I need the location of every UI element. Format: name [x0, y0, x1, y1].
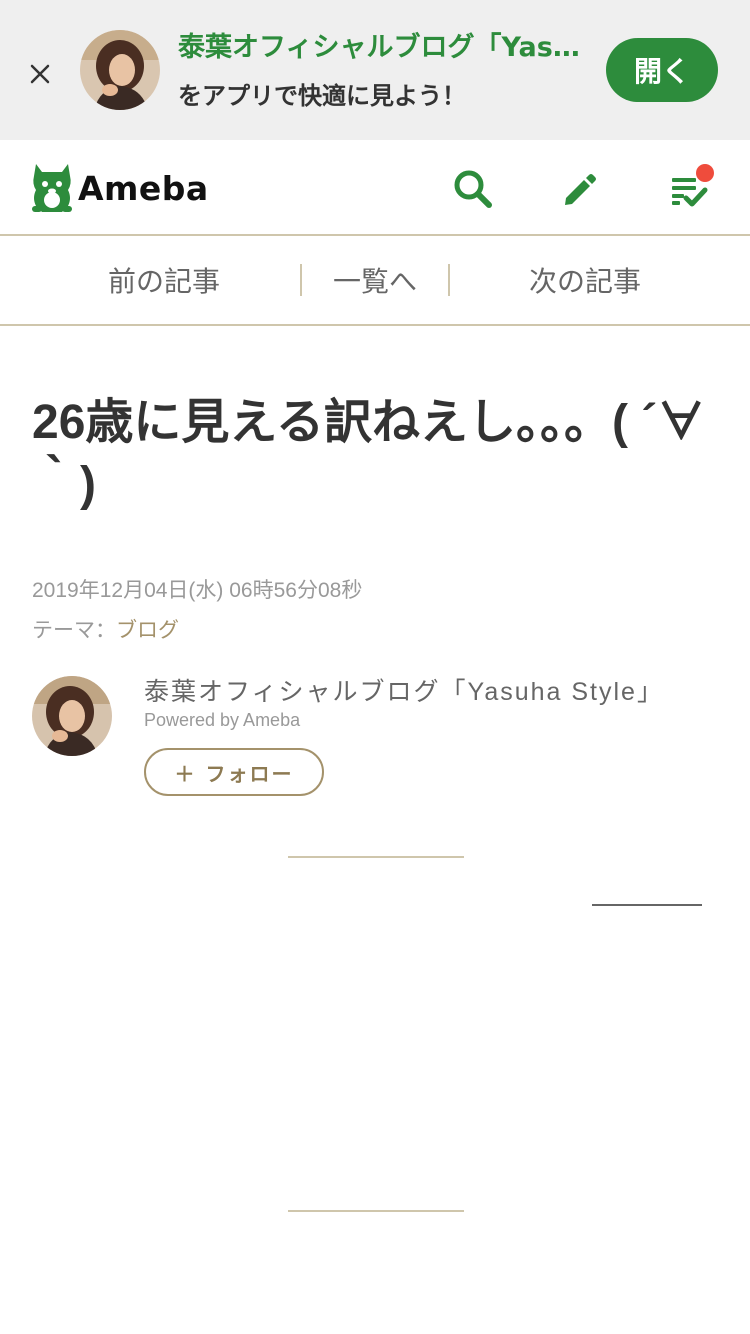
search-icon[interactable] [452, 168, 494, 210]
next-article-link[interactable]: 次の記事 [450, 236, 750, 324]
author-blog-name[interactable]: 泰葉オフィシャルブログ「Yasuha Style」 [144, 672, 664, 708]
banner-title: 泰葉オフィシャルブログ「Yasuha Style」 [178, 32, 593, 63]
edit-pencil-icon[interactable] [558, 168, 600, 210]
powered-by-text: Powered by Ameba [144, 710, 301, 730]
article-title: 26歳に見える訳ねえし。。。( ´∀｀) [32, 396, 706, 511]
banner-subtitle: をアプリで快適に見よう！ [178, 82, 466, 110]
article-navigation: 前の記事 一覧へ 次の記事 [0, 236, 750, 326]
notification-badge [696, 164, 714, 182]
theme-prefix: テーマ： [32, 619, 116, 642]
ameba-logo[interactable]: Ameba [30, 162, 209, 214]
close-icon[interactable] [24, 58, 56, 90]
content-divider-bottom [288, 1210, 464, 1212]
article-date: 2019年12月04日(水) 06時56分08秒 [32, 579, 363, 602]
content-divider-right [592, 904, 702, 906]
app-install-banner: 泰葉オフィシャルブログ「Yasuha Style」 をアプリで快適に見よう！ 開… [0, 0, 750, 140]
follow-button[interactable]: ＋ フォロー [144, 748, 324, 796]
reading-list-button[interactable] [668, 164, 714, 210]
author-avatar[interactable] [32, 676, 112, 756]
logo-text: Ameba [78, 168, 209, 208]
prev-article-link[interactable]: 前の記事 [0, 236, 300, 324]
site-header: Ameba [0, 140, 750, 236]
theme-link[interactable]: ブログ [116, 619, 179, 642]
banner-blog-avatar [80, 30, 160, 110]
ameba-mascot-icon [32, 164, 72, 212]
open-app-button[interactable]: 開く [606, 38, 718, 102]
article-theme: テーマ：ブログ [32, 614, 179, 644]
article-list-link[interactable]: 一覧へ [302, 236, 448, 324]
content-divider-top [288, 856, 464, 858]
